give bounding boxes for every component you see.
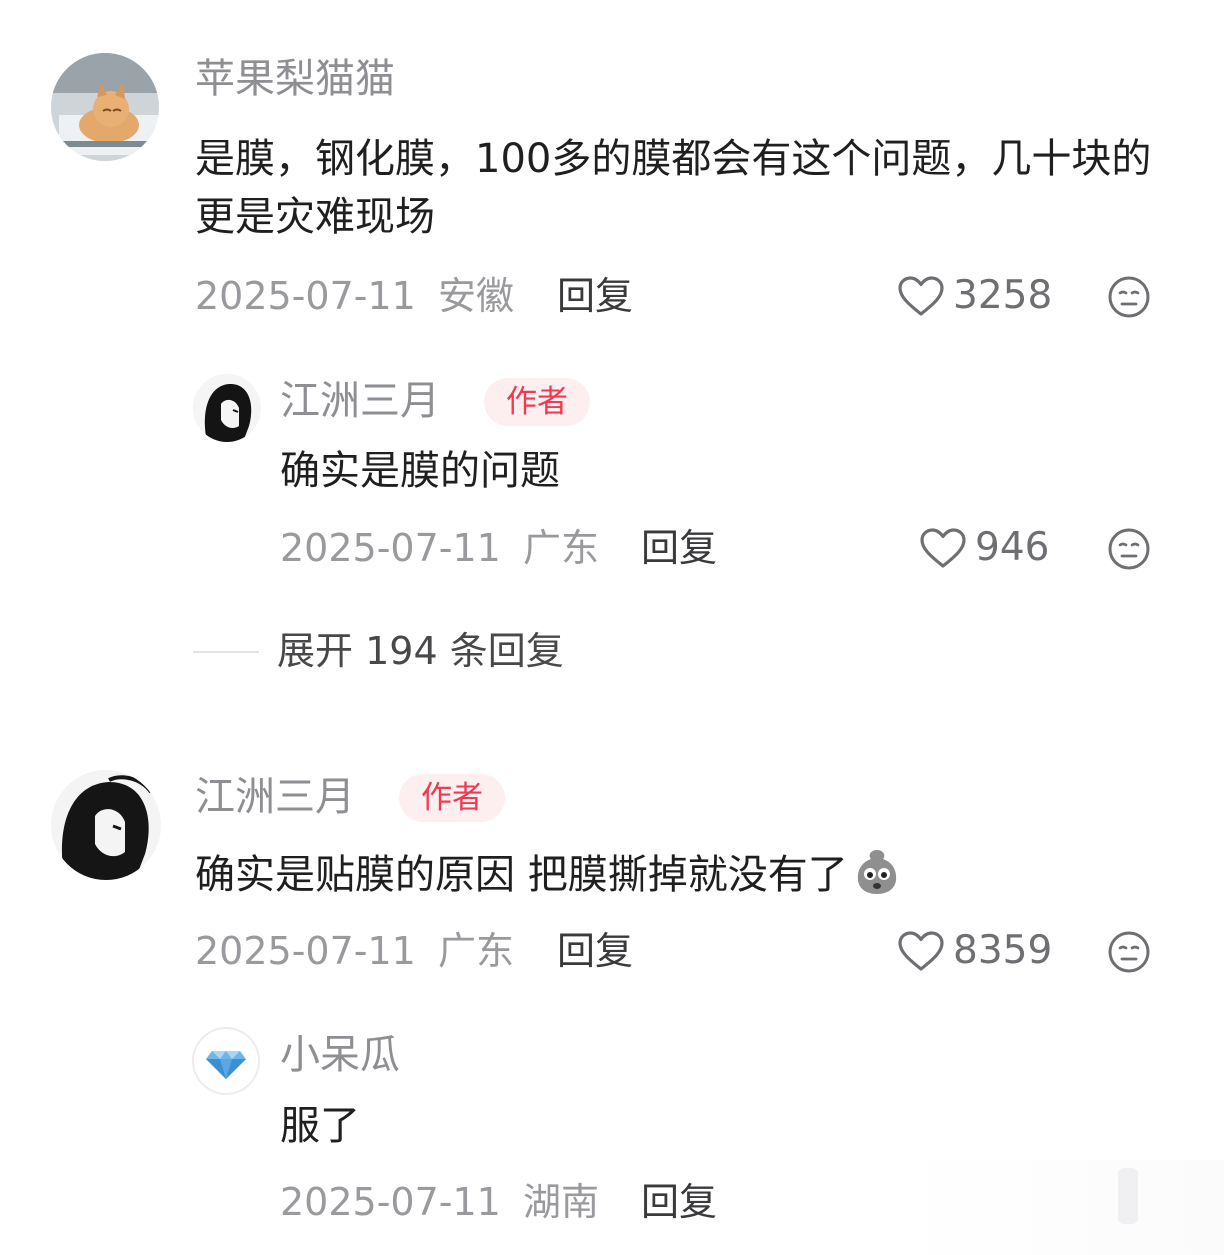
user-avatar[interactable]: [51, 53, 159, 161]
reply-username[interactable]: 小呆瓜: [280, 1029, 400, 1081]
bottom-fade: [900, 1160, 1224, 1255]
reply-meta: 2025-07-11 广东: [280, 523, 599, 573]
anime-girl-avatar-icon: [51, 770, 161, 880]
frightened-face-emoji-icon: [852, 846, 902, 912]
author-badge: 作者: [484, 378, 590, 426]
react-emoji-button[interactable]: [1107, 527, 1151, 571]
expand-replies-button[interactable]: 展开 194 条回复: [277, 626, 564, 676]
like-button[interactable]: 8359: [897, 926, 1052, 976]
comment-date: 2025-07-11: [195, 274, 416, 318]
reply-button[interactable]: 回复: [557, 926, 633, 976]
heart-outline-icon: [898, 931, 944, 971]
comment-text: 是膜，钢化膜，100多的膜都会有这个问题，几十块的更是灾难现场: [195, 136, 1152, 240]
reply-button[interactable]: 回复: [641, 1177, 717, 1227]
diamond-icon: [206, 1051, 246, 1079]
comment-username[interactable]: 苹果梨猫猫: [195, 53, 395, 105]
comment-location: 安徽: [437, 274, 514, 318]
reply-button[interactable]: 回复: [641, 523, 717, 573]
neutral-face-icon: [1108, 528, 1150, 570]
comment-meta: 2025-07-11 安徽: [195, 271, 514, 321]
user-avatar[interactable]: [51, 770, 161, 880]
heart-outline-icon: [920, 528, 966, 568]
react-emoji-button[interactable]: [1107, 275, 1151, 319]
reply-location: 湖南: [522, 1180, 599, 1224]
neutral-face-icon: [1108, 276, 1150, 318]
reply-date: 2025-07-11: [280, 526, 501, 570]
reply-text: 确实是膜的问题: [280, 448, 560, 494]
reply-button[interactable]: 回复: [557, 271, 633, 321]
comment-meta: 2025-07-11 广东: [195, 926, 514, 976]
like-count: 946: [975, 525, 1050, 570]
expand-divider: [193, 651, 259, 653]
reply-username[interactable]: 江洲三月: [280, 375, 440, 427]
heart-outline-icon: [898, 276, 944, 316]
reply-location: 广东: [522, 526, 599, 570]
neutral-face-icon: [1108, 931, 1150, 973]
comment-text: 确实是贴膜的原因 把膜撕掉就没有了: [195, 846, 902, 912]
reply-user-avatar[interactable]: [192, 1027, 260, 1095]
like-button[interactable]: 3258: [897, 271, 1052, 321]
like-count: 3258: [953, 273, 1053, 318]
comment-username[interactable]: 江洲三月: [195, 771, 355, 823]
scroll-indicator: [1118, 1168, 1138, 1224]
anime-girl-avatar-icon: [193, 374, 261, 442]
comment-date: 2025-07-11: [195, 929, 416, 973]
like-count: 8359: [953, 928, 1053, 973]
reply-date: 2025-07-11: [280, 1180, 501, 1224]
reply-user-avatar[interactable]: [193, 374, 261, 442]
reply-text: 服了: [280, 1103, 360, 1149]
comment-location: 广东: [437, 929, 514, 973]
like-button[interactable]: 946: [919, 523, 1049, 573]
cat-photo-avatar-icon: [51, 53, 159, 161]
react-emoji-button[interactable]: [1107, 930, 1151, 974]
author-badge: 作者: [399, 774, 505, 822]
reply-meta: 2025-07-11 湖南: [280, 1177, 599, 1227]
